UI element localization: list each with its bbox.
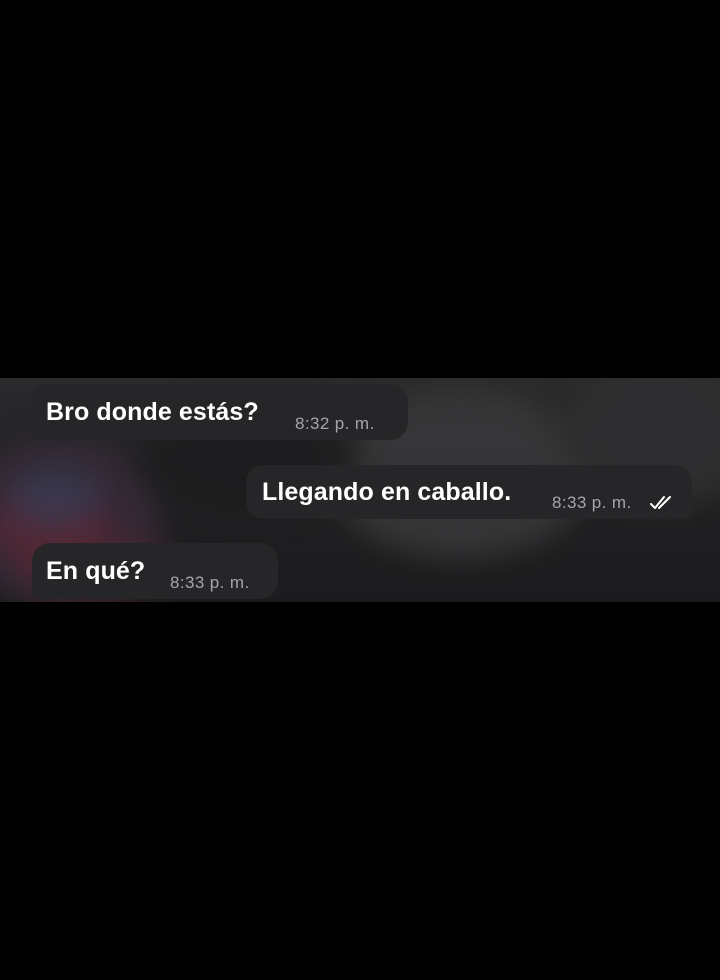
message-timestamp: 8:32 p. m. bbox=[295, 414, 375, 433]
message-timestamp: 8:33 p. m. bbox=[170, 573, 250, 592]
chat-thread[interactable]: Bro donde estás? 8:32 p. m. Llegando en … bbox=[0, 378, 720, 602]
outgoing-message-bubble[interactable]: Llegando en caballo. 8:33 p. m. bbox=[246, 465, 692, 519]
incoming-message-bubble[interactable]: Bro donde estás? 8:32 p. m. bbox=[32, 384, 408, 440]
incoming-message-bubble[interactable]: En qué? 8:33 p. m. bbox=[32, 543, 278, 599]
message-text: En qué? bbox=[46, 557, 146, 585]
message-text: Llegando en caballo. bbox=[262, 478, 512, 506]
double-check-icon bbox=[650, 496, 671, 509]
message-timestamp: 8:33 p. m. bbox=[552, 493, 632, 512]
wallpaper-shape bbox=[10, 468, 100, 528]
screenshot-canvas: Bro donde estás? 8:32 p. m. Llegando en … bbox=[0, 0, 720, 980]
message-text: Bro donde estás? bbox=[46, 398, 259, 426]
